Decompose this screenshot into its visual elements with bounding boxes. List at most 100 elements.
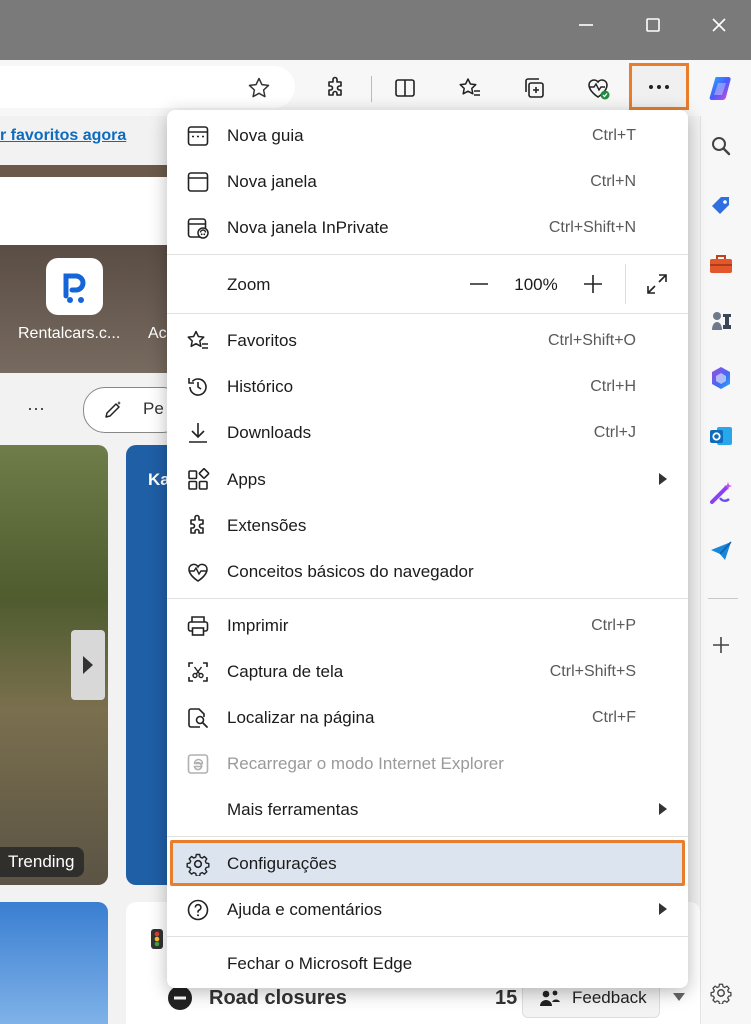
sidebar-send-button[interactable] <box>703 533 739 569</box>
zoom-in-button[interactable] <box>576 266 610 302</box>
microsoft365-icon <box>712 367 730 389</box>
add-favorite-button[interactable] <box>241 70 277 106</box>
extensions-button[interactable] <box>318 70 354 106</box>
menu-item-label: Histórico <box>227 377 294 396</box>
history-icon <box>188 378 207 396</box>
sidebar-outlook-button[interactable] <box>703 418 739 454</box>
close-window-button[interactable] <box>686 0 751 50</box>
menu-item-shortcut: Ctrl+F <box>592 709 636 726</box>
puzzle-icon <box>328 76 342 96</box>
menu-item-label: Downloads <box>227 423 312 442</box>
extensions-icon <box>190 514 204 534</box>
menu-item-label: Mais ferramentas <box>227 800 359 819</box>
fullscreen-icon <box>647 274 667 294</box>
more-options-dots[interactable]: ··· <box>27 398 45 419</box>
personalize-label: Pe <box>143 399 164 418</box>
menu-separator <box>167 598 688 599</box>
weather-card[interactable] <box>126 445 170 885</box>
gear-icon <box>710 983 732 1004</box>
sidebar-tools-button[interactable] <box>703 246 739 282</box>
sidebar-games-button[interactable] <box>703 303 739 339</box>
collections-button[interactable] <box>516 70 552 106</box>
menu-item-label: Extensões <box>227 516 307 535</box>
inprivate-icon <box>187 218 209 239</box>
fullscreen-button[interactable] <box>640 266 674 302</box>
screenshot-scissors-icon <box>188 662 208 682</box>
plus-icon <box>584 275 602 293</box>
import-favorites-link[interactable]: r favoritos agora <box>0 127 126 145</box>
sidebar-add-button[interactable] <box>703 627 739 663</box>
menu-item-label: Apps <box>227 470 266 489</box>
favorites-icon <box>187 330 208 349</box>
maximize-icon <box>646 18 660 32</box>
search-area <box>0 177 170 245</box>
scroll-down-arrow-icon[interactable] <box>672 992 686 1002</box>
menu-item-label: Recarregar o modo Internet Explorer <box>227 754 504 773</box>
find-on-page-icon <box>188 708 208 728</box>
quick-link-label: Ac <box>148 325 167 342</box>
road-closures-count: 15 <box>495 987 518 1009</box>
news-card-sky[interactable] <box>0 902 108 1024</box>
menu-item-shortcut: Ctrl+Shift+O <box>547 332 636 349</box>
browser-essentials-button[interactable] <box>580 70 616 106</box>
sidebar-divider <box>708 598 738 599</box>
chevron-right-icon <box>83 656 93 674</box>
zoom-divider <box>625 264 626 304</box>
copilot-button[interactable] <box>703 70 739 106</box>
road-closures-label: Road closures <box>209 987 347 1009</box>
toolbar-divider <box>371 76 372 102</box>
zoom-label: Zoom <box>227 275 271 294</box>
sidebar-designer-button[interactable] <box>703 475 739 511</box>
gear-icon <box>186 853 210 876</box>
background-photo <box>0 165 170 177</box>
sidebar-settings-button[interactable] <box>703 975 739 1011</box>
sidebar-search-button[interactable] <box>703 128 739 164</box>
designer-wand-icon <box>710 482 732 504</box>
new-tab-icon <box>187 126 209 146</box>
internet-explorer-icon <box>187 754 209 774</box>
menu-item-shortcut: Ctrl+Shift+S <box>549 663 636 680</box>
menu-item-label: Conceitos básicos do navegador <box>227 562 474 581</box>
chess-icon <box>712 312 731 330</box>
menu-item-label: Fechar o Microsoft Edge <box>227 954 413 973</box>
more-dots-icon <box>649 84 669 89</box>
settings-and-more-button[interactable] <box>629 63 689 110</box>
minus-icon <box>470 283 488 285</box>
rentalcars-logo-icon <box>63 273 85 303</box>
toolbox-icon <box>710 255 732 273</box>
traffic-light-icon <box>150 928 164 950</box>
quick-link-rentalcars[interactable] <box>46 258 103 315</box>
split-screen-icon <box>395 79 415 97</box>
chevron-right-icon <box>659 803 667 815</box>
zoom-value: 100% <box>514 275 558 294</box>
menu-item-shortcut: Ctrl+N <box>590 173 636 190</box>
menu-item-shortcut: Ctrl+J <box>593 424 636 441</box>
menu-item-shortcut: Ctrl+T <box>592 127 636 144</box>
sidebar-office-button[interactable] <box>703 360 739 396</box>
heart-pulse-icon <box>588 79 610 100</box>
road-closure-icon <box>168 986 192 1010</box>
chevron-right-icon <box>659 903 667 915</box>
carousel-next-button[interactable] <box>71 630 105 700</box>
favorites-star-list-icon <box>459 78 480 96</box>
feedback-label: Feedback <box>572 988 647 1007</box>
maximize-button[interactable] <box>620 0 686 50</box>
minimize-button[interactable] <box>553 0 619 50</box>
sidebar-shopping-button[interactable] <box>703 188 739 224</box>
star-icon <box>248 77 270 98</box>
split-screen-button[interactable] <box>387 70 423 106</box>
download-icon <box>189 423 207 443</box>
help-icon <box>187 899 209 921</box>
tag-icon <box>712 197 729 214</box>
heart-pulse-icon <box>188 563 208 582</box>
feedback-people-icon <box>540 990 560 1006</box>
copilot-icon <box>709 77 731 100</box>
search-icon <box>712 137 731 156</box>
zoom-out-button[interactable] <box>462 266 496 302</box>
menu-item-label: Nova janela InPrivate <box>227 218 389 237</box>
plus-icon <box>713 637 729 653</box>
apps-icon <box>188 468 210 490</box>
menu-item-label: Nova guia <box>227 126 304 145</box>
favorites-button[interactable] <box>452 70 488 106</box>
menu-item-shortcut: Ctrl+P <box>591 617 636 634</box>
